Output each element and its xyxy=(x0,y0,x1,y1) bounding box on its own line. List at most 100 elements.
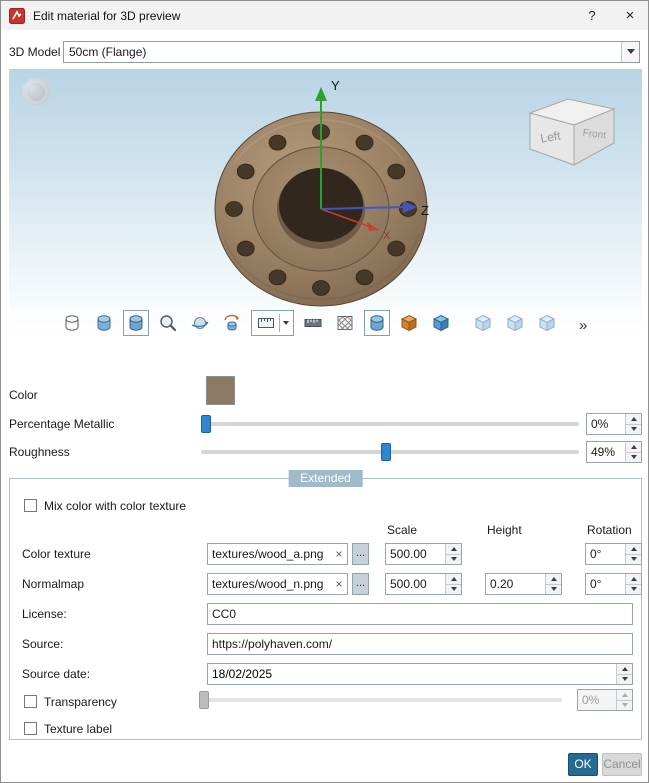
transparency-checkbox[interactable] xyxy=(24,695,37,708)
normalmap-scale-spinbox[interactable]: 500.00 xyxy=(385,573,462,595)
cylinder-ground-icon xyxy=(370,315,384,331)
rotate-model-button[interactable] xyxy=(219,310,245,336)
toolbar-overflow-button[interactable]: » xyxy=(579,318,587,333)
navigation-cube[interactable]: Left Front xyxy=(516,87,628,167)
normalmap-browse-button[interactable]: ... xyxy=(352,573,369,595)
spin-up-button[interactable] xyxy=(446,544,461,555)
screenshot-icon xyxy=(258,318,274,328)
normalmap-field[interactable]: × xyxy=(207,573,348,595)
cube-pale-c-button[interactable] xyxy=(534,310,560,336)
screenshot-menu-button[interactable] xyxy=(251,310,294,336)
rotation-value: 0° xyxy=(590,547,602,561)
cancel-button[interactable]: Cancel xyxy=(602,753,642,776)
cube-pale-b-button[interactable] xyxy=(502,310,528,336)
cube-pale-icon xyxy=(538,314,556,332)
model-select[interactable]: 50cm (Flange) xyxy=(63,40,640,63)
source-field[interactable] xyxy=(207,633,633,655)
spin-down-button[interactable] xyxy=(626,452,641,462)
cube-orange-button[interactable] xyxy=(396,310,422,336)
scale-value: 500.00 xyxy=(390,577,427,591)
cylinder-ground-button[interactable] xyxy=(364,310,390,336)
normalmap-height-spinbox[interactable]: 0.20 xyxy=(485,573,562,595)
cube-blue-button[interactable] xyxy=(428,310,454,336)
color-texture-browse-button[interactable]: ... xyxy=(352,543,369,565)
edit-material-dialog: Edit material for 3D preview ? × 3D Mode… xyxy=(0,0,649,783)
slider-groove xyxy=(199,698,562,702)
model-label: 3D Model xyxy=(9,44,61,59)
spin-up-button[interactable] xyxy=(626,442,641,453)
rotation-value: 0° xyxy=(590,577,602,591)
ruler-button[interactable] xyxy=(300,310,326,336)
chevron-down-icon xyxy=(626,49,635,54)
close-button[interactable]: × xyxy=(614,1,646,30)
cylinder-wireframe-button[interactable] xyxy=(59,310,85,336)
cube-pale-a-button[interactable] xyxy=(470,310,496,336)
grid-button[interactable] xyxy=(332,310,358,336)
normalmap-input[interactable] xyxy=(208,577,331,591)
clear-icon[interactable]: × xyxy=(331,547,347,561)
model-row: 3D Model 50cm (Flange) xyxy=(9,40,640,63)
spin-up-button[interactable] xyxy=(446,574,461,585)
normalmap-label: Normalmap xyxy=(22,577,85,591)
viewport-3d[interactable]: Y Z X Left Front » xyxy=(9,69,642,341)
model-select-dropdown-button[interactable] xyxy=(621,41,639,62)
roughness-spinbox[interactable]: 49% xyxy=(586,441,642,463)
slider-handle xyxy=(199,691,209,709)
orbit-button[interactable] xyxy=(187,310,213,336)
metallic-label: Percentage Metallic xyxy=(9,417,115,431)
slider-groove[interactable] xyxy=(201,422,579,426)
texture-label-row: Texture label xyxy=(24,721,112,736)
texture-label-checkbox[interactable] xyxy=(24,722,37,735)
cube-pale-icon xyxy=(474,314,492,332)
color-texture-field[interactable]: × xyxy=(207,543,348,565)
orbit-icon xyxy=(191,317,209,329)
slider-handle[interactable] xyxy=(201,415,211,433)
spin-up-button[interactable] xyxy=(626,574,641,585)
rotate-model-icon xyxy=(224,314,239,331)
color-texture-rotation-spinbox[interactable]: 0° xyxy=(585,543,642,565)
nav-orb-icon[interactable] xyxy=(22,78,50,106)
slider-handle[interactable] xyxy=(381,443,392,461)
spin-up-button[interactable] xyxy=(626,544,641,555)
source-date-spinbox[interactable] xyxy=(207,663,633,685)
spin-up-button[interactable] xyxy=(626,414,641,425)
spin-down-button[interactable] xyxy=(546,584,561,594)
spin-down-button[interactable] xyxy=(617,674,632,684)
extended-group: Extended Mix color with color texture Sc… xyxy=(9,470,642,740)
mix-color-row: Mix color with color texture xyxy=(24,498,186,513)
help-button[interactable]: ? xyxy=(576,1,608,30)
spin-up-button[interactable] xyxy=(546,574,561,585)
license-field[interactable] xyxy=(207,603,633,625)
clear-icon[interactable]: × xyxy=(331,577,347,591)
spin-down-button xyxy=(617,700,632,710)
roughness-slider[interactable] xyxy=(201,441,579,463)
spin-down-button[interactable] xyxy=(446,554,461,564)
title-bar[interactable]: Edit material for 3D preview ? × xyxy=(1,1,648,30)
spin-up-button[interactable] xyxy=(617,664,632,675)
license-input[interactable] xyxy=(208,607,632,621)
color-swatch[interactable] xyxy=(206,376,235,405)
extended-group-title: Extended xyxy=(288,470,363,487)
grid-icon xyxy=(337,316,353,330)
axis-z-label: Z xyxy=(421,203,429,218)
source-input[interactable] xyxy=(208,637,632,651)
spin-down-button[interactable] xyxy=(626,584,641,594)
color-texture-scale-spinbox[interactable]: 500.00 xyxy=(385,543,462,565)
split-divider xyxy=(279,314,280,332)
cylinder-textured-button[interactable] xyxy=(123,310,149,336)
normalmap-rotation-spinbox[interactable]: 0° xyxy=(585,573,642,595)
spin-down-button[interactable] xyxy=(626,554,641,564)
metallic-slider[interactable] xyxy=(201,413,579,435)
spin-down-button[interactable] xyxy=(626,424,641,434)
mix-color-checkbox[interactable] xyxy=(24,499,37,512)
ok-button[interactable]: OK xyxy=(568,753,598,776)
scale-column-header: Scale xyxy=(387,523,418,537)
zoom-button[interactable] xyxy=(155,310,181,336)
spin-down-button[interactable] xyxy=(446,584,461,594)
mix-color-label: Mix color with color texture xyxy=(44,498,187,513)
model-select-value: 50cm (Flange) xyxy=(69,44,147,59)
source-date-input[interactable] xyxy=(208,664,616,684)
metallic-spinbox[interactable]: 0% xyxy=(586,413,642,435)
cylinder-shaded-button[interactable] xyxy=(91,310,117,336)
color-texture-input[interactable] xyxy=(208,547,331,561)
